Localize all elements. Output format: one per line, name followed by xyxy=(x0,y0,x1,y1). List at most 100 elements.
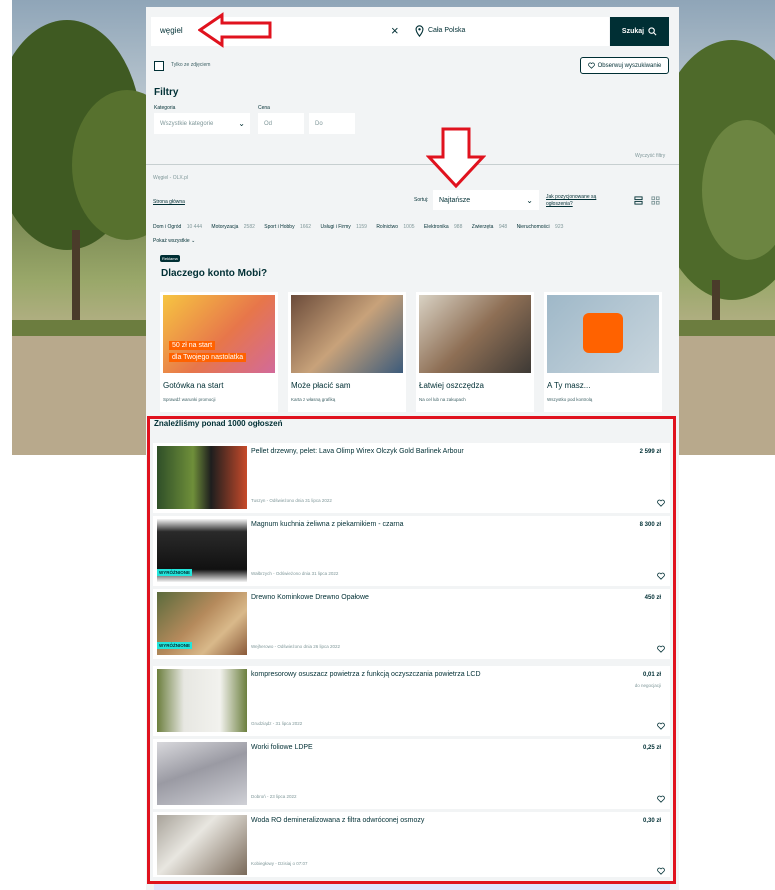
show-all-link[interactable]: Pokaż wszystkie ⌄ xyxy=(153,238,195,244)
search-input[interactable]: węgiel xyxy=(160,26,183,35)
heart-icon[interactable] xyxy=(657,645,665,653)
search-icon xyxy=(648,27,657,36)
listing-photo xyxy=(157,446,247,509)
promo-image: 50 zł na start dla Twojego nastolatka xyxy=(163,295,275,373)
listing-meta: Tuszyn - Odświeżono dnia 31 lipca 2022 xyxy=(251,498,332,503)
promo-image xyxy=(419,295,531,373)
category-link[interactable]: Rolnictwo 1005 xyxy=(376,224,418,230)
promo-title: Łatwiej oszczędza xyxy=(419,381,484,390)
location-pin-icon xyxy=(415,25,424,37)
filters-title: Filtry xyxy=(154,87,179,98)
featured-badge: WYRÓŻNIONE xyxy=(157,642,192,649)
listing-card[interactable]: Woda RO demineralizowana z filtra odwróc… xyxy=(153,812,670,877)
listing-title[interactable]: Woda RO demineralizowana z filtra odwróc… xyxy=(251,817,551,824)
listing-meta: Wałbrzych - Odświeżono dnia 31 lipca 202… xyxy=(251,571,339,576)
promo-title: A Ty masz... xyxy=(547,381,591,390)
listing-card[interactable]: Pellet drzewny, pelet: Lava Olimp Wirex … xyxy=(153,443,670,513)
category-link[interactable]: Zwierzęta 948 xyxy=(472,224,511,230)
listing-title[interactable]: Worki foliowe LDPE xyxy=(251,744,551,751)
promo-title: Gotówka na start xyxy=(163,381,224,390)
price-from-placeholder: Od xyxy=(264,120,273,127)
negotiable-label: do negocjacji xyxy=(634,683,661,688)
search-button[interactable]: Szukaj xyxy=(610,17,669,46)
category-link[interactable]: Usługi i Firmy 1159 xyxy=(320,224,370,230)
listing-photo xyxy=(157,815,247,875)
heart-icon xyxy=(587,62,595,69)
watch-search-button[interactable]: Obserwuj wyszukiwanie xyxy=(580,57,669,74)
listing-title[interactable]: Drewno Kominkowe Drewno Opałowe xyxy=(251,594,551,601)
promo-title: Może płacić sam xyxy=(291,381,351,390)
ad-title: Dlaczego konto Mobi? xyxy=(161,268,268,279)
listing-price: 8 300 zł xyxy=(639,522,661,528)
sort-value: Najtańsze xyxy=(439,196,471,204)
category-link[interactable]: Nieruchomości 923 xyxy=(517,224,568,230)
home-link[interactable]: Strona główna xyxy=(153,199,185,205)
location-input[interactable]: Cała Polska xyxy=(428,27,465,34)
category-link[interactable]: Dom i Ogród 10 444 xyxy=(153,224,206,230)
category-label: Kategoria xyxy=(154,105,176,111)
category-select[interactable]: Wszystkie kategorie ⌄ xyxy=(154,113,250,134)
watch-search-label: Obserwuj wyszukiwanie xyxy=(597,62,662,69)
featured-badge: WYRÓŻNIONE xyxy=(157,569,192,576)
results-heading: Znaleźliśmy ponad 1000 ogłoszeń xyxy=(154,419,283,428)
price-label: Cena xyxy=(258,105,270,111)
listing-card[interactable]: Worki foliowe LDPE 0,25 zł Dobroń - 23 l… xyxy=(153,739,670,809)
price-to-placeholder: Do xyxy=(315,120,323,127)
promo-subtitle: Sprawdź warunki promocji xyxy=(163,397,216,402)
sort-label: Sortuj: xyxy=(414,197,429,203)
listing-price: 0,30 zł xyxy=(642,818,661,824)
listing-photo xyxy=(157,742,247,805)
promo-card[interactable]: A Ty masz... Wszystko pod kontrolą xyxy=(544,292,662,412)
ad-tag: Reklama xyxy=(160,255,180,262)
listing-photo xyxy=(157,669,247,732)
listing-price: 450 zł xyxy=(644,595,661,601)
listing-title[interactable]: Magnum kuchnia żeliwna z piekarnikiem - … xyxy=(251,521,551,528)
heart-icon[interactable] xyxy=(657,795,665,803)
heart-icon[interactable] xyxy=(657,499,665,507)
promo-card[interactable]: 50 zł na start dla Twojego nastolatka Go… xyxy=(160,292,278,412)
listing-card[interactable]: WYRÓŻNIONE Drewno Kominkowe Drewno Opało… xyxy=(153,589,670,659)
promo-image xyxy=(547,295,659,373)
heart-icon[interactable] xyxy=(657,722,665,730)
sort-select[interactable]: Najtańsze ⌄ xyxy=(433,190,539,210)
category-link[interactable]: Sport i Hobby 1662 xyxy=(264,224,315,230)
listing-title[interactable]: Pellet drzewny, pelet: Lava Olimp Wirex … xyxy=(251,448,551,455)
listing-price: 0,01 zł xyxy=(642,672,661,678)
promo-subtitle: Na cel lub na zakupach xyxy=(419,397,466,402)
list-view-icon[interactable] xyxy=(634,196,643,205)
price-from-input[interactable]: Od xyxy=(258,113,304,134)
listing-meta: Grudziądz - 31 lipca 2022 xyxy=(251,721,303,726)
heart-icon[interactable] xyxy=(657,572,665,580)
promo-overlay: dla Twojego nastolatka xyxy=(169,353,247,362)
annotation-arrow-left xyxy=(198,12,272,48)
ing-lion-logo xyxy=(583,313,623,353)
promo-card[interactable]: Łatwiej oszczędza Na cel lub na zakupach xyxy=(416,292,534,412)
heart-icon[interactable] xyxy=(657,867,665,875)
promo-subtitle: Karta z własną grafiką xyxy=(291,397,336,402)
listing-card[interactable]: kompresorowy osuszacz powietrza z funkcj… xyxy=(153,666,670,736)
category-link[interactable]: Motoryzacja 2582 xyxy=(211,224,258,230)
photo-only-label: Tylko ze zdjęciem xyxy=(171,62,211,68)
clear-filters-link[interactable]: Wyczyść filtry xyxy=(635,153,665,159)
photo-only-checkbox[interactable] xyxy=(154,61,164,71)
promo-card[interactable]: Może płacić sam Karta z własną grafiką xyxy=(288,292,406,412)
promo-overlay: 50 zł na start xyxy=(169,341,216,350)
category-link[interactable]: Elektronika 988 xyxy=(424,224,466,230)
listing-meta: Wejherowo - Odświeżono dnia 26 lipca 202… xyxy=(251,644,340,649)
divider xyxy=(146,164,679,165)
grid-view-icon[interactable] xyxy=(651,196,660,205)
search-button-label: Szukaj xyxy=(621,28,645,35)
next-section-strip xyxy=(154,884,670,890)
listing-title[interactable]: kompresorowy osuszacz powietrza z funkcj… xyxy=(251,671,551,678)
listing-price: 2 599 zł xyxy=(639,449,661,455)
listing-meta: Dobroń - 23 lipca 2022 xyxy=(251,794,297,799)
category-counts: Dom i Ogród 10 444 Motoryzacja 2582 Spor… xyxy=(153,224,571,230)
price-to-input[interactable]: Do xyxy=(309,113,355,134)
category-value: Wszystkie kategorie xyxy=(160,120,214,127)
annotation-arrow-down xyxy=(426,127,486,189)
listing-meta: Kobiegłowy - Dzisiaj o 07:07 xyxy=(251,861,308,866)
ranking-info-link[interactable]: Jak pozycjonowane są ogłoszenia? xyxy=(546,194,608,208)
listing-card[interactable]: WYRÓŻNIONE Magnum kuchnia żeliwna z piek… xyxy=(153,516,670,586)
clear-icon[interactable]: × xyxy=(391,23,399,38)
chevron-down-icon: ⌄ xyxy=(238,119,245,128)
